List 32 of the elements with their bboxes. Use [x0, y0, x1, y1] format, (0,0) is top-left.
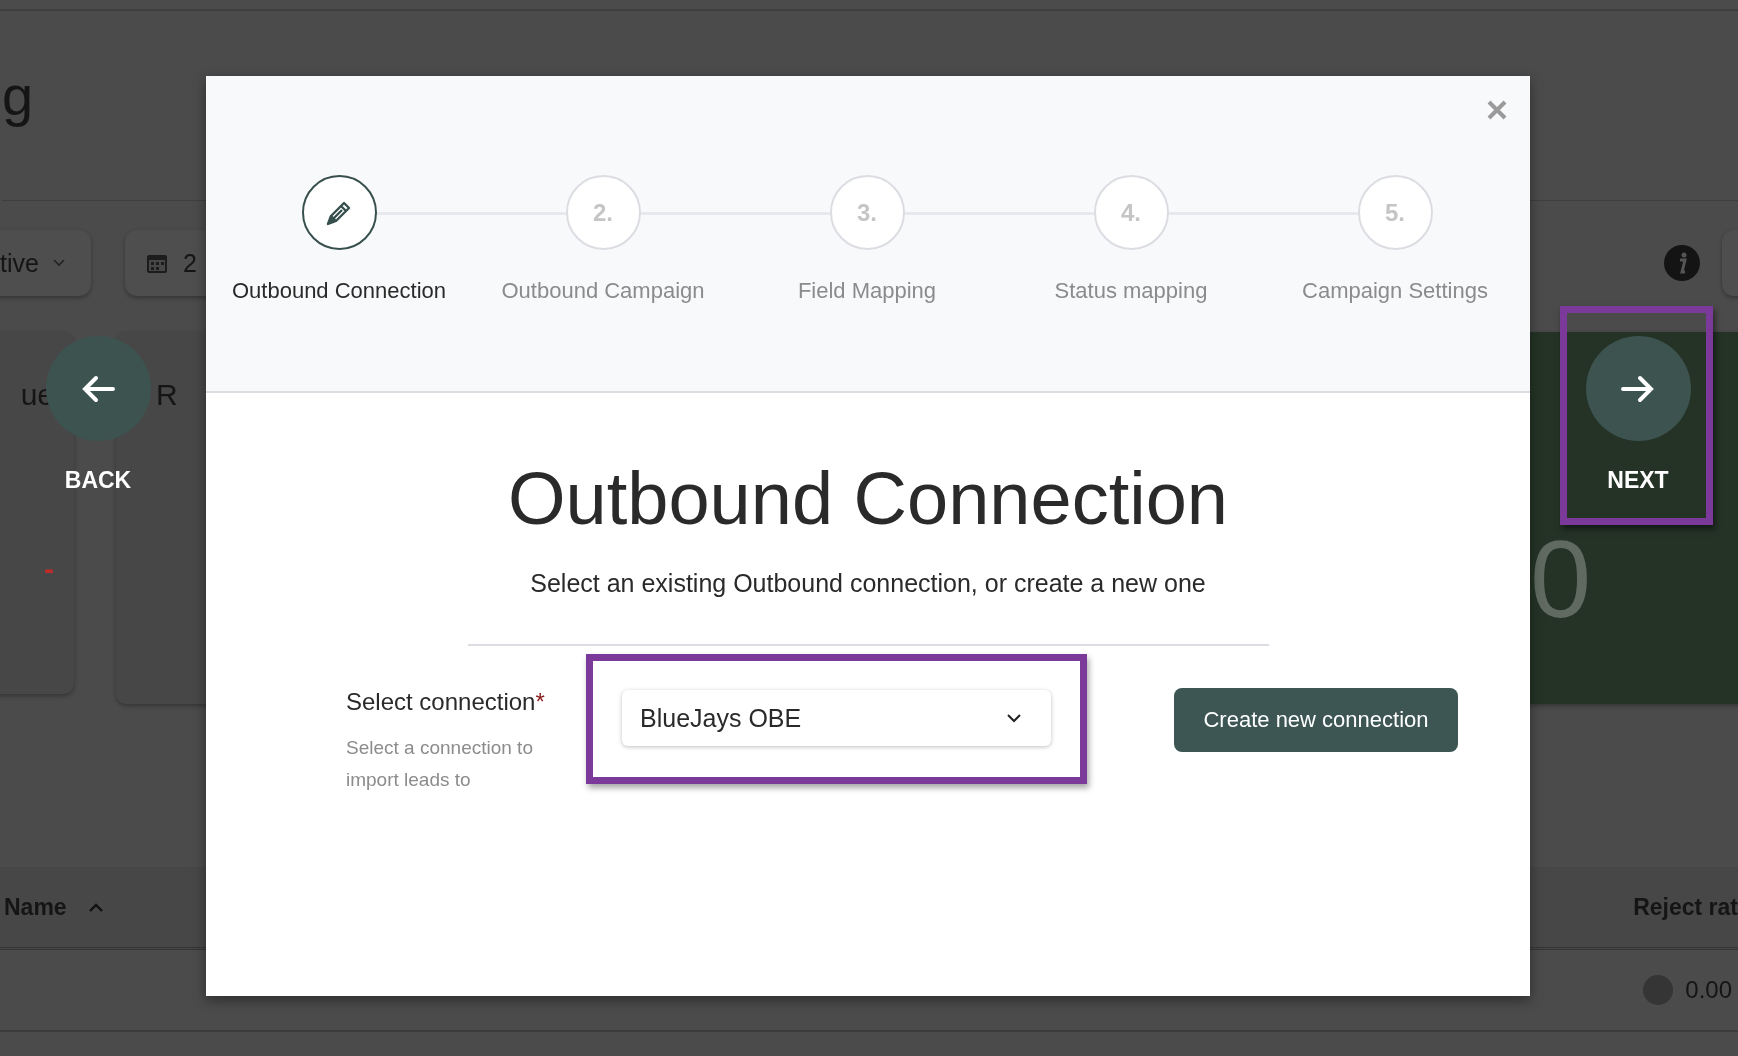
step-indicator[interactable]: 4.	[1093, 175, 1169, 250]
step-label: Field Mapping	[797, 278, 937, 304]
dialog-subtitle: Select an existing Outbound connection, or create a new one	[530, 569, 1206, 598]
close-icon[interactable]	[1487, 100, 1507, 120]
card-value: -	[44, 552, 54, 586]
dialog-title: Outbound Connection	[508, 459, 1228, 539]
required-asterisk: *	[535, 688, 545, 715]
sort-icon[interactable]	[88, 902, 103, 912]
step-label: Status mapping	[1054, 278, 1208, 304]
chevron-icon	[1007, 713, 1021, 723]
chevron-icon	[52, 259, 65, 267]
step-number: 2.	[593, 198, 613, 227]
info-icon[interactable]	[1664, 245, 1700, 281]
left-arrow-icon	[81, 374, 115, 403]
next-label: NEXT	[1607, 467, 1669, 494]
connection-select[interactable]: BlueJays OBE	[622, 690, 1051, 746]
field-help: Select a connection to import leads to	[346, 736, 534, 792]
step-number: 4.	[1121, 198, 1141, 227]
step-number: 5.	[1385, 198, 1405, 227]
right-arrow-icon	[1621, 374, 1655, 403]
filter-dropdown[interactable]: tive	[0, 230, 91, 296]
step-label: Outbound Campaign	[501, 278, 705, 304]
card-value: 0	[1530, 524, 1593, 634]
step-indicator[interactable]: 3.	[829, 175, 905, 250]
create-connection-button[interactable]: Create new connection	[1174, 688, 1458, 752]
date-text: 2	[182, 248, 197, 278]
step-indicator[interactable]: 2.	[565, 175, 641, 250]
back-label: BACK	[64, 467, 132, 494]
step-label: Campaign Settings	[1302, 278, 1488, 304]
step-number: 3.	[857, 198, 877, 227]
step-indicator[interactable]: 5.	[1357, 175, 1433, 250]
field-label: Select connection*	[346, 688, 546, 716]
